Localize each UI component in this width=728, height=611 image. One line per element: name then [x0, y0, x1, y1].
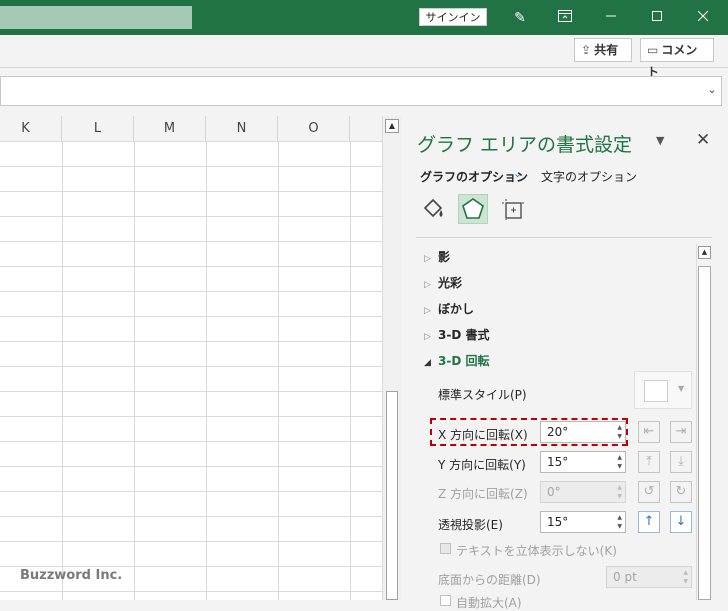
rotate-down-icon[interactable]: ⤓: [670, 451, 692, 473]
section-label: 3-D 回転: [438, 354, 490, 368]
caret-right-icon: ▷: [424, 280, 431, 290]
z-rotation-label: Z 方向に回転(Z): [438, 487, 528, 501]
rotate-up-icon[interactable]: ⤒: [638, 451, 660, 473]
x-rotation-label: X 方向に回転(X): [438, 428, 528, 442]
share-button[interactable]: ⇪ 共有: [574, 38, 632, 62]
perspective-value: 15°: [547, 515, 569, 529]
ribbon-display-icon[interactable]: [556, 9, 574, 27]
close-icon[interactable]: [694, 9, 712, 27]
column-header-m[interactable]: M: [134, 116, 206, 141]
worksheet-grid[interactable]: K L M N O Buzzword Inc.: [0, 116, 383, 600]
caret-right-icon: ▷: [424, 254, 431, 264]
spinner-arrows-icon[interactable]: ▲ ▼: [617, 513, 622, 531]
section-shadow[interactable]: ▷ 影: [424, 248, 450, 265]
section-label: ぼかし: [438, 302, 475, 316]
divider: [416, 237, 712, 238]
y-rotation-value: 15°: [547, 455, 569, 469]
rotate-right-icon[interactable]: ⇥: [670, 421, 692, 443]
distance-value: 0 pt: [613, 570, 637, 584]
tab-text-options[interactable]: 文字のオプション: [541, 168, 637, 185]
minimize-icon[interactable]: [602, 9, 620, 27]
distance-label: 底面からの距離(D): [438, 573, 541, 587]
size-properties-icon[interactable]: [500, 196, 526, 224]
autoscale-checkbox[interactable]: [440, 595, 451, 606]
scroll-up-icon[interactable]: ▲: [385, 119, 399, 133]
formula-bar[interactable]: ⌄: [0, 76, 722, 106]
keep-text-flat-label: テキストを立体表示しない(K): [456, 544, 617, 558]
section-glow[interactable]: ▷ 光彩: [424, 274, 462, 291]
sign-in-button[interactable]: サインイン: [419, 8, 487, 26]
y-rotation-input[interactable]: 15° ▲ ▼: [540, 451, 626, 473]
keep-text-flat-checkbox[interactable]: [440, 543, 451, 554]
scroll-thumb[interactable]: [698, 266, 711, 600]
section-3d-format[interactable]: ▷ 3-D 書式: [424, 326, 489, 343]
title-bar: サインイン ✎: [0, 0, 728, 35]
effects-icon[interactable]: [458, 194, 488, 224]
section-3d-rotation[interactable]: ◢ 3-D 回転: [424, 352, 489, 369]
format-chart-area-pane: グラフ エリアの書式設定 ▼ ✕ グラフのオプション ⌄ 文字のオプション ▷ 影…: [402, 116, 728, 610]
share-label: 共有: [594, 43, 619, 57]
spinner-arrows-icon[interactable]: ▲ ▼: [617, 453, 622, 471]
pane-options-icon[interactable]: ▼: [656, 134, 664, 147]
rotate-left-icon[interactable]: ⇤: [638, 421, 660, 443]
column-header-k[interactable]: K: [0, 116, 62, 141]
chevron-down-icon[interactable]: ⌄: [705, 83, 719, 97]
sheet-vertical-scrollbar[interactable]: ▲: [382, 116, 403, 600]
column-header-l[interactable]: L: [62, 116, 134, 141]
widen-field-of-view-icon[interactable]: ↓: [670, 511, 692, 533]
preset-dropdown[interactable]: ▼: [634, 371, 692, 409]
maximize-icon[interactable]: [648, 9, 666, 27]
spinner-arrows-icon[interactable]: ▲ ▼: [617, 483, 622, 501]
section-label: 光彩: [438, 276, 463, 290]
pane-title: グラフ エリアの書式設定: [417, 134, 633, 156]
chevron-down-icon: ▼: [678, 384, 685, 393]
chevron-down-icon[interactable]: ⌄: [513, 167, 522, 180]
rotate-clockwise-icon[interactable]: ↻: [670, 481, 692, 503]
section-label: 影: [438, 250, 451, 264]
watermark: Buzzword Inc.: [20, 568, 123, 583]
spinner-arrows-icon[interactable]: ▲ ▼: [617, 423, 622, 441]
fill-line-icon[interactable]: [420, 196, 446, 224]
share-icon: ⇪: [581, 43, 592, 57]
y-rotation-label: Y 方向に回転(Y): [438, 458, 526, 472]
autoscale-label: 自動拡大(A): [456, 596, 522, 610]
perspective-label: 透視投影(E): [438, 518, 503, 532]
section-soft-edges[interactable]: ▷ ぼかし: [424, 300, 474, 317]
column-header-o[interactable]: O: [278, 116, 350, 141]
scroll-up-icon[interactable]: ▲: [698, 246, 711, 259]
document-title: [0, 6, 192, 29]
column-header-n[interactable]: N: [206, 116, 278, 141]
narrow-field-of-view-icon[interactable]: ↑: [638, 511, 660, 533]
pane-close-icon[interactable]: ✕: [696, 130, 710, 150]
section-label: 3-D 書式: [438, 328, 490, 342]
column-header-row: K L M N O: [0, 116, 382, 142]
x-rotation-input[interactable]: 20° ▲ ▼: [540, 421, 626, 443]
caret-right-icon: ▷: [424, 332, 431, 342]
comment-button[interactable]: ▭ コメント: [640, 38, 714, 79]
cell-area[interactable]: [0, 141, 382, 600]
x-rotation-value: 20°: [547, 425, 569, 439]
comment-icon: ▭: [647, 43, 659, 57]
z-rotation-value: 0°: [547, 485, 561, 499]
pane-vertical-scrollbar[interactable]: ▲: [696, 244, 713, 600]
caret-down-icon: ◢: [424, 358, 431, 368]
caret-right-icon: ▷: [424, 306, 431, 316]
perspective-input[interactable]: 15° ▲ ▼: [540, 511, 626, 533]
z-rotation-input[interactable]: 0° ▲ ▼: [540, 481, 626, 503]
tab-chart-options[interactable]: グラフのオプション: [420, 168, 528, 185]
preset-label: 標準スタイル(P): [438, 388, 527, 402]
spinner-arrows-icon[interactable]: ▲ ▼: [683, 568, 688, 586]
scroll-thumb[interactable]: [386, 391, 398, 600]
preset-preview: [644, 380, 668, 402]
rotate-counterclockwise-icon[interactable]: ↺: [638, 481, 660, 503]
pen-icon[interactable]: ✎: [511, 9, 529, 27]
distance-input[interactable]: 0 pt ▲ ▼: [606, 566, 692, 588]
